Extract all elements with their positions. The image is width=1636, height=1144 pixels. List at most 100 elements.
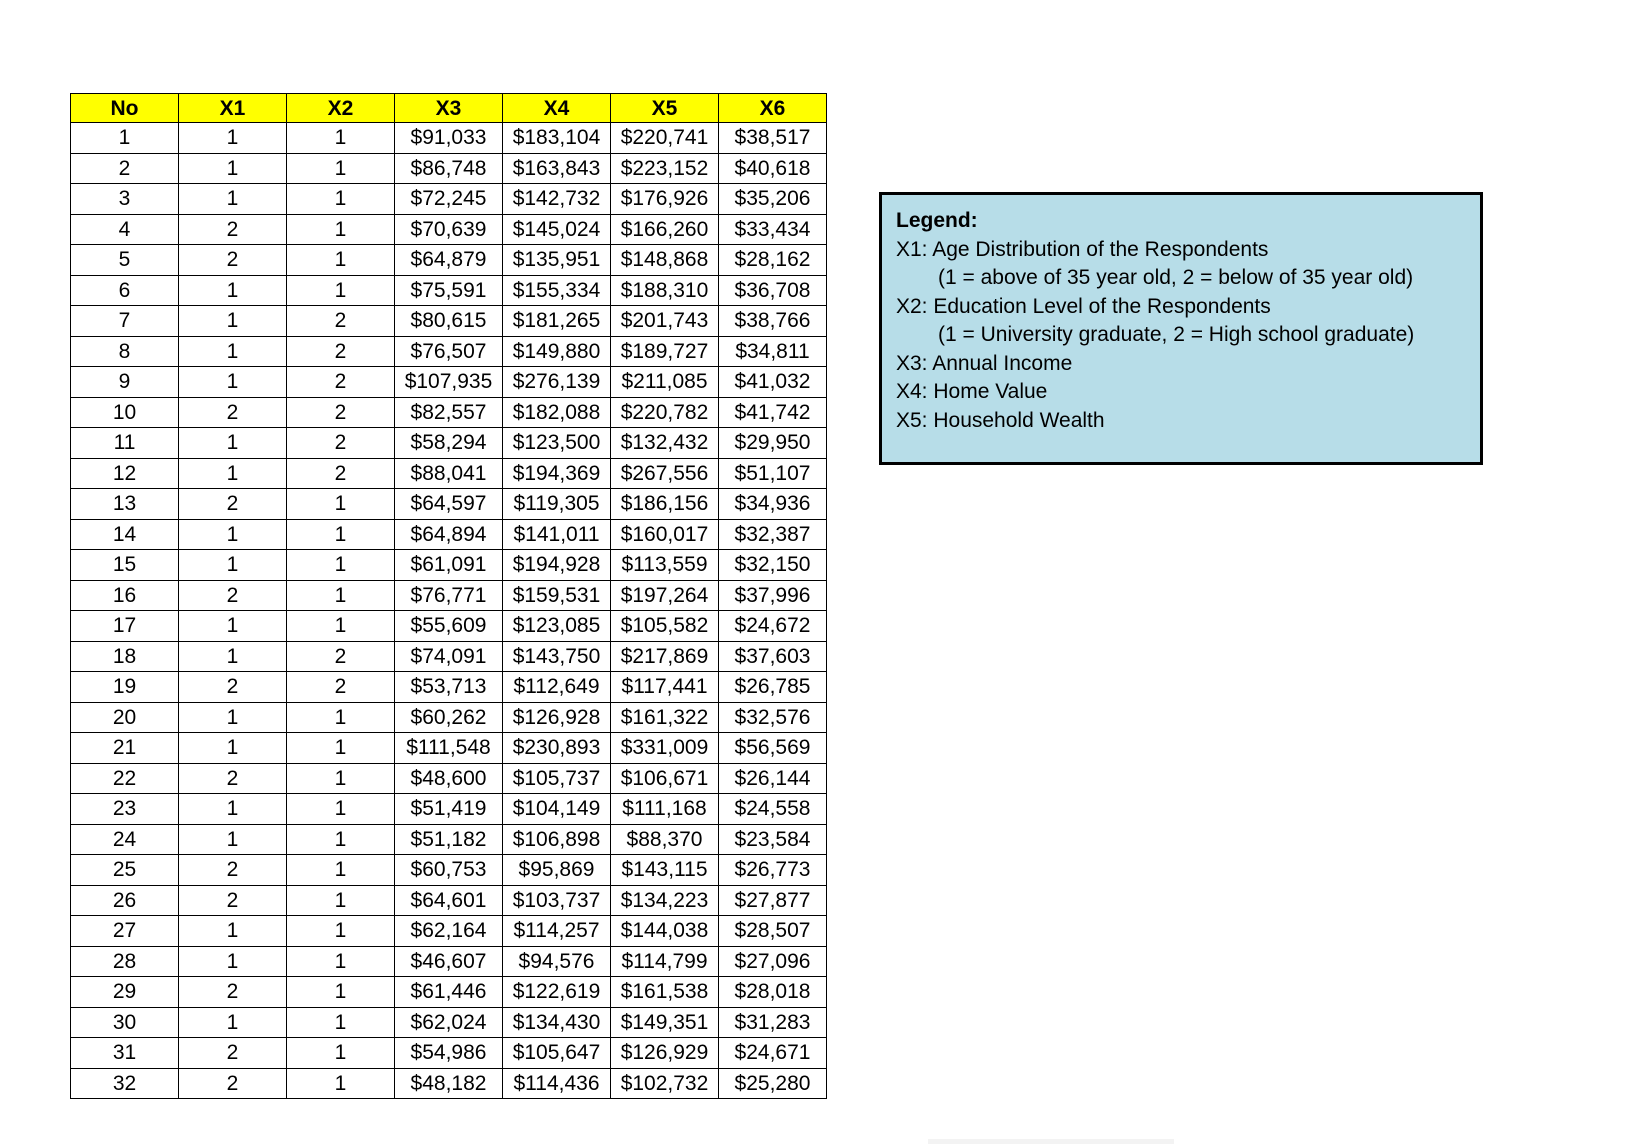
- table-cell-x4: $149,880: [502, 335, 611, 367]
- table-cell-x4: $182,088: [502, 396, 611, 428]
- table-cell-x4: $105,737: [502, 762, 611, 794]
- table-row: 2 1 1 $86,748 $163,843 $223,152 $40,618: [70, 152, 827, 184]
- table-cell-x5: $267,556: [610, 457, 719, 489]
- table-row: 23 1 1 $51,419 $104,149 $111,168 $24,558: [70, 793, 827, 825]
- header-row: No X1 X2 X3 X4 X5 X6: [70, 93, 827, 123]
- column-header-x6: X6: [718, 93, 827, 123]
- table-cell-x6: $37,603: [718, 640, 827, 672]
- table-cell-x1: 2: [178, 213, 287, 245]
- table-cell-x1: 1: [178, 640, 287, 672]
- data-table: No X1 X2 X3 X4 X5 X6 1 1 1 $91,033 $183,104 $220,74…: [70, 93, 827, 1099]
- table-cell-x6: $33,434: [718, 213, 827, 245]
- table-cell-x5: $132,432: [610, 427, 719, 459]
- table-cell-x5: $144,038: [610, 915, 719, 947]
- table-cell-x6: $32,150: [718, 549, 827, 581]
- table-cell-x1: 2: [178, 976, 287, 1008]
- table-cell-x1: 1: [178, 457, 287, 489]
- table-cell-x1: 1: [178, 945, 287, 977]
- table-cell-x5: $220,741: [610, 122, 719, 154]
- table-cell-x6: $24,558: [718, 793, 827, 825]
- table-cell-x4: $95,869: [502, 854, 611, 886]
- table-cell-no: 27: [70, 915, 179, 947]
- table-cell-x2: 2: [286, 457, 395, 489]
- legend-title: Legend:: [896, 209, 978, 232]
- table-row: 24 1 1 $51,182 $106,898 $88,370 $23,584: [70, 823, 827, 855]
- table-cell-x2: 1: [286, 793, 395, 825]
- table-cell-x5: $149,351: [610, 1006, 719, 1038]
- table-cell-x6: $31,283: [718, 1006, 827, 1038]
- table-cell-x3: $53,713: [394, 671, 503, 703]
- table-cell-x1: 1: [178, 122, 287, 154]
- table-cell-x2: 1: [286, 884, 395, 916]
- table-cell-x6: $36,708: [718, 274, 827, 306]
- table-cell-x4: $114,436: [502, 1067, 611, 1099]
- table-cell-x6: $25,280: [718, 1067, 827, 1099]
- table-cell-x2: 1: [286, 518, 395, 550]
- table-cell-x3: $107,935: [394, 366, 503, 398]
- table-cell-x4: $276,139: [502, 366, 611, 398]
- table-cell-x2: 1: [286, 274, 395, 306]
- table-row: 25 2 1 $60,753 $95,869 $143,115 $26,773: [70, 854, 827, 886]
- table-row: 8 1 2 $76,507 $149,880 $189,727 $34,811: [70, 335, 827, 367]
- table-cell-no: 3: [70, 183, 179, 215]
- table-cell-no: 30: [70, 1006, 179, 1038]
- table-cell-x4: $104,149: [502, 793, 611, 825]
- table-cell-x5: $106,671: [610, 762, 719, 794]
- table-cell-x6: $38,517: [718, 122, 827, 154]
- table-row: 20 1 1 $60,262 $126,928 $161,322 $32,576: [70, 701, 827, 733]
- table-row: 29 2 1 $61,446 $122,619 $161,538 $28,018: [70, 976, 827, 1008]
- table-cell-x6: $26,144: [718, 762, 827, 794]
- table-cell-x2: 1: [286, 1037, 395, 1069]
- table-cell-no: 1: [70, 122, 179, 154]
- table-cell-no: 29: [70, 976, 179, 1008]
- table-cell-x2: 1: [286, 610, 395, 642]
- table-cell-no: 26: [70, 884, 179, 916]
- table-row: 6 1 1 $75,591 $155,334 $188,310 $36,708: [70, 274, 827, 306]
- table-cell-no: 18: [70, 640, 179, 672]
- table-cell-x5: $217,869: [610, 640, 719, 672]
- table-row: 18 1 2 $74,091 $143,750 $217,869 $37,603: [70, 640, 827, 672]
- table-cell-x2: 1: [286, 213, 395, 245]
- table-cell-x6: $28,507: [718, 915, 827, 947]
- table-cell-x3: $91,033: [394, 122, 503, 154]
- table-cell-x2: 1: [286, 732, 395, 764]
- table-cell-x1: 1: [178, 1006, 287, 1038]
- table-cell-x4: $105,647: [502, 1037, 611, 1069]
- table-cell-x1: 2: [178, 488, 287, 520]
- table-cell-x2: 1: [286, 244, 395, 276]
- table-row: 26 2 1 $64,601 $103,737 $134,223 $27,877: [70, 884, 827, 916]
- table-cell-no: 28: [70, 945, 179, 977]
- table-cell-x6: $27,096: [718, 945, 827, 977]
- table-cell-no: 9: [70, 366, 179, 398]
- legend-box: Legend: X1: Age Distribution of the Resp…: [879, 192, 1483, 465]
- table-cell-x1: 2: [178, 244, 287, 276]
- table-cell-x4: $155,334: [502, 274, 611, 306]
- table-cell-x4: $106,898: [502, 823, 611, 855]
- table-cell-x2: 2: [286, 335, 395, 367]
- table-row: 12 1 2 $88,041 $194,369 $267,556 $51,107: [70, 457, 827, 489]
- table-cell-x6: $24,671: [718, 1037, 827, 1069]
- table-row: 13 2 1 $64,597 $119,305 $186,156 $34,936: [70, 488, 827, 520]
- table-cell-x3: $48,600: [394, 762, 503, 794]
- table-cell-no: 20: [70, 701, 179, 733]
- table-cell-x5: $223,152: [610, 152, 719, 184]
- table-cell-x6: $29,950: [718, 427, 827, 459]
- legend-note: (1 = University graduate, 2 = High schoo…: [938, 323, 1415, 346]
- table-cell-x6: $56,569: [718, 732, 827, 764]
- table-cell-x2: 1: [286, 549, 395, 581]
- table-cell-x5: $134,223: [610, 884, 719, 916]
- legend-lines: X1: Age Distribution of the Respondents (…: [896, 236, 1466, 436]
- column-header-x3: X3: [394, 93, 503, 123]
- table-cell-x2: 2: [286, 366, 395, 398]
- table-cell-x2: 2: [286, 671, 395, 703]
- table-cell-x5: $188,310: [610, 274, 719, 306]
- legend-item: X3: Annual Income: [896, 351, 1073, 375]
- table-cell-x5: $111,168: [610, 793, 719, 825]
- table-row: 11 1 2 $58,294 $123,500 $132,432 $29,950: [70, 427, 827, 459]
- table-cell-x3: $61,446: [394, 976, 503, 1008]
- column-header-x2: X2: [286, 93, 395, 123]
- table-cell-x3: $64,597: [394, 488, 503, 520]
- table-cell-x5: $166,260: [610, 213, 719, 245]
- table-cell-x6: $35,206: [718, 183, 827, 215]
- table-cell-x3: $51,419: [394, 793, 503, 825]
